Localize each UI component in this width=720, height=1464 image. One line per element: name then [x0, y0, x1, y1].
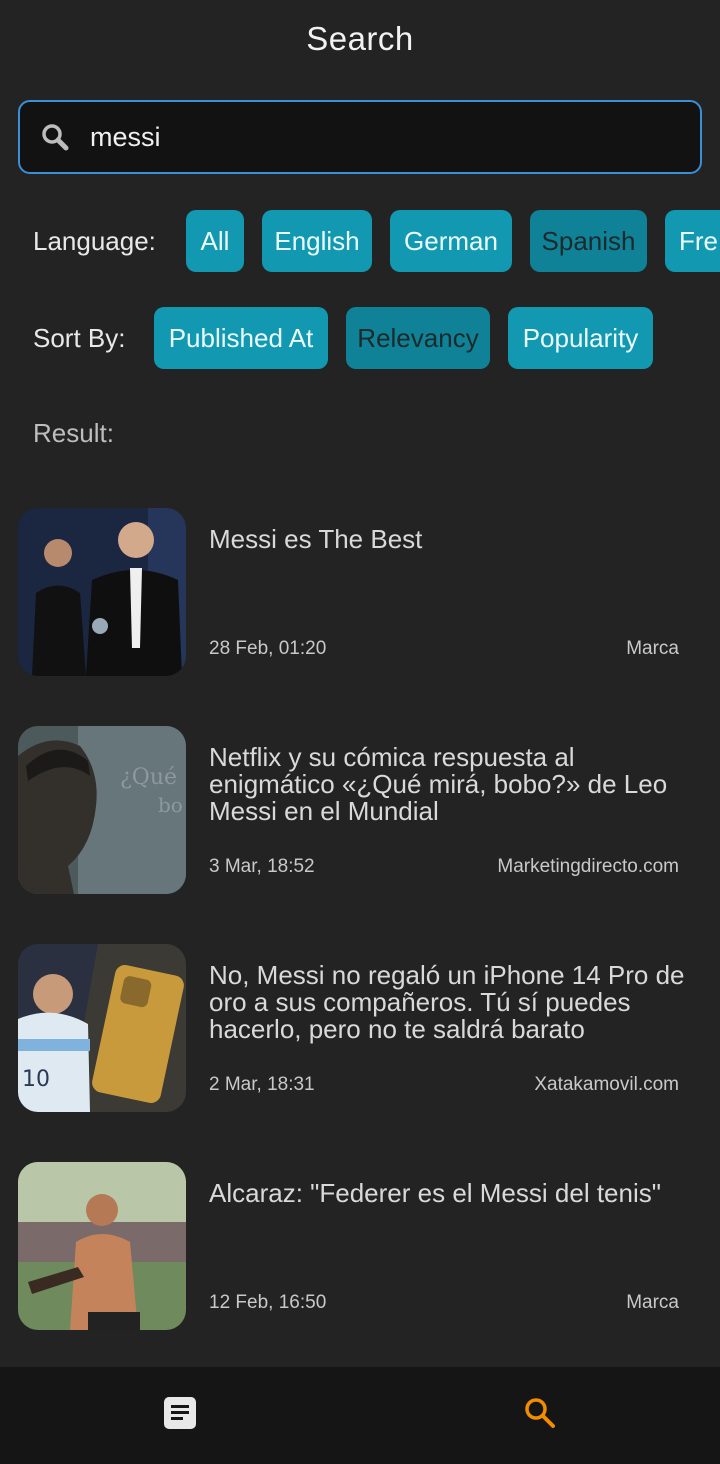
- language-chip-german[interactable]: German: [390, 210, 512, 272]
- article-date: 3 Mar, 18:52: [209, 856, 315, 877]
- bottom-nav: [0, 1367, 720, 1464]
- sort-chip-relevancy[interactable]: Relevancy: [346, 307, 490, 369]
- svg-text:10: 10: [22, 1067, 50, 1092]
- search-icon: [20, 102, 90, 172]
- language-chip-spanish[interactable]: Spanish: [530, 210, 647, 272]
- language-label: Language:: [33, 225, 156, 256]
- sort-chip-popularity[interactable]: Popularity: [508, 307, 653, 369]
- article-date: 2 Mar, 18:31: [209, 1074, 315, 1095]
- article-source: Marketingdirecto.com: [497, 856, 679, 877]
- language-chip-english[interactable]: English: [262, 210, 372, 272]
- article-source: Marca: [626, 638, 679, 659]
- article-item[interactable]: ¿Qué bo Netflix y su cómica respuesta al…: [0, 726, 720, 894]
- article-item[interactable]: Alcaraz: "Federer es el Messi del tenis"…: [0, 1162, 720, 1330]
- article-title: Messi es The Best: [209, 524, 423, 554]
- language-filter-row: Language: All English German Spanish Fre: [0, 210, 720, 272]
- news-list-icon: [163, 1396, 197, 1435]
- article-thumbnail: ¿Qué bo: [18, 726, 186, 894]
- search-input[interactable]: [90, 121, 670, 153]
- app-header: Search: [0, 0, 720, 78]
- article-title: Alcaraz: "Federer es el Messi del tenis": [209, 1178, 661, 1208]
- article-title: No, Messi no regaló un iPhone 14 Pro de …: [209, 960, 685, 1044]
- language-chip-french[interactable]: Fre: [665, 210, 720, 272]
- article-title: Netflix y su cómica respuesta al enigmát…: [209, 742, 668, 826]
- article-source: Marca: [626, 1292, 679, 1313]
- article-date: 28 Feb, 01:20: [209, 638, 327, 659]
- article-date: 12 Feb, 16:50: [209, 1292, 327, 1313]
- article-item[interactable]: Messi es The Best 28 Feb, 01:20 Marca: [0, 508, 720, 676]
- article-thumbnail: [18, 1162, 186, 1330]
- page-title: Search: [306, 20, 414, 57]
- nav-tab-search[interactable]: [360, 1367, 720, 1464]
- sort-chip-published-at[interactable]: Published At: [154, 307, 328, 369]
- sort-filter-row: Sort By: Published At Relevancy Populari…: [0, 307, 720, 369]
- svg-text:¿Qué: ¿Qué: [120, 765, 177, 790]
- sort-label: Sort By:: [33, 322, 126, 353]
- article-thumbnail: [18, 508, 186, 676]
- article-source: Xatakamovil.com: [534, 1074, 679, 1095]
- article-thumbnail: 10: [18, 944, 186, 1112]
- result-label: Result:: [33, 418, 114, 448]
- nav-tab-news[interactable]: [0, 1367, 360, 1464]
- search-box[interactable]: [18, 100, 702, 174]
- article-item[interactable]: 10 No, Messi no regaló un iPhone 14 Pro …: [0, 944, 720, 1112]
- svg-text:bo: bo: [158, 793, 183, 817]
- language-chip-all[interactable]: All: [186, 210, 244, 272]
- search-icon: [523, 1396, 557, 1435]
